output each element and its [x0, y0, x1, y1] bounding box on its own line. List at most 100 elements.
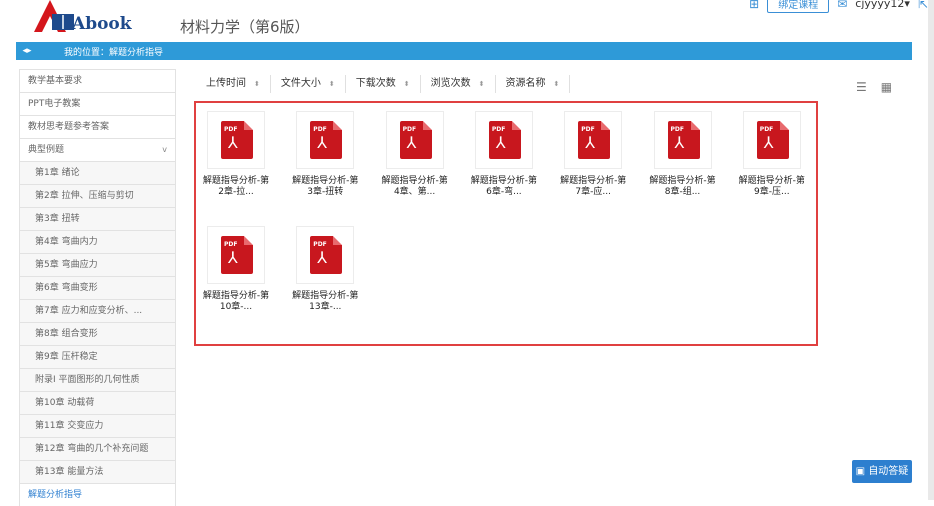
pdf-fold — [333, 236, 343, 245]
list-view-icon[interactable]: ☰ — [856, 80, 867, 94]
sidebar-subitem-ch10[interactable]: 第10章 动载荷 — [19, 391, 176, 414]
sort-resource-name[interactable]: 资源名称 ⬍ — [496, 75, 571, 93]
sort-label: 资源名称 — [505, 78, 546, 89]
sidebar-subitem-ch5[interactable]: 第5章 弯曲应力 — [19, 253, 176, 276]
logo-text: Abook — [72, 14, 132, 34]
file-thumbnail[interactable]: PDF ⅄ — [296, 226, 355, 284]
pdf-icon: PDF ⅄ — [399, 121, 432, 159]
file-item[interactable]: PDF ⅄ 解题指导分析-第 4章、第... — [375, 111, 455, 198]
sidebar-subitem-ch2[interactable]: 第2章 拉伸、压缩与剪切 — [19, 184, 176, 207]
sidebar-subitem-ch4[interactable]: 第4章 弯曲内力 — [19, 230, 176, 253]
sidebar-subitem-appendix1[interactable]: 附录Ⅰ 平面图形的几何性质 — [19, 368, 176, 391]
sidebar-item-label: 典型例题 — [28, 145, 65, 155]
acrobat-glyph-icon: ⅄ — [674, 133, 685, 152]
sidebar-subitem-ch11[interactable]: 第11章 交变应力 — [19, 414, 176, 437]
sidebar-subitem-ch1[interactable]: 第1章 绪论 — [19, 161, 176, 184]
sidebar-subitem-ch7[interactable]: 第7章 应力和应变分析、... — [19, 299, 176, 322]
file-name[interactable]: 解题指导分析-第 6章-弯... — [464, 176, 544, 198]
username-menu[interactable]: cjyyyy12▾ — [855, 0, 910, 10]
breadcrumb-bar: ◂▸ 我的位置：解题分析指导 — [16, 42, 912, 60]
sort-label: 文件大小 — [280, 78, 321, 89]
file-grid: PDF ⅄ 解题指导分析-第 2章-拉... PDF ⅄ 解题指导分析-第 3章-扭转 PDF ⅄… — [194, 101, 818, 346]
pdf-badge: PDF — [491, 126, 506, 133]
top-header: Abook 材料力学（第6版） ⊞ 绑定课程 ✉ cjyyyy12▾ ⇱ — [0, 0, 934, 40]
file-thumbnail[interactable]: PDF ⅄ — [474, 111, 533, 169]
acrobat-glyph-icon: ⅄ — [406, 133, 417, 152]
message-icon[interactable]: ✉ — [837, 0, 847, 11]
sort-file-size[interactable]: 文件大小 ⬍ — [271, 75, 346, 93]
sort-download-count[interactable]: 下载次数 ⬍ — [346, 75, 421, 93]
pdf-fold — [511, 121, 521, 130]
username[interactable]: cjyyyy12 — [855, 0, 904, 10]
pdf-fold — [244, 121, 253, 130]
file-name[interactable]: 解题指导分析-第 8章-组... — [643, 176, 723, 198]
acrobat-glyph-icon: ⅄ — [228, 133, 238, 152]
sidebar-subitem-ch3[interactable]: 第3章 扭转 — [19, 207, 176, 230]
sort-upload-time[interactable]: 上传时间 ⬍ — [196, 75, 271, 93]
file-item[interactable]: PDF ⅄ 解题指导分析-第 7章-应... — [553, 111, 633, 198]
pdf-icon: PDF ⅄ — [667, 121, 700, 159]
pdf-icon: PDF ⅄ — [221, 121, 253, 159]
top-right-controls: ⊞ 绑定课程 ✉ cjyyyy12▾ ⇱ — [749, 0, 928, 13]
bind-course-button[interactable]: 绑定课程 — [767, 0, 830, 13]
file-name-line1: 解题指导分析-第 — [381, 176, 448, 186]
file-name-line1: 解题指导分析-第 — [738, 176, 805, 186]
pdf-fold — [244, 236, 253, 245]
file-thumbnail[interactable]: PDF ⅄ — [385, 111, 444, 169]
file-item[interactable]: PDF ⅄ 解题指导分析-第 13章-... — [285, 226, 365, 313]
sort-view-count[interactable]: 浏览次数 ⬍ — [421, 75, 496, 93]
pdf-badge: PDF — [402, 126, 417, 133]
file-thumbnail[interactable]: PDF ⅄ — [207, 226, 265, 284]
pdf-fold — [333, 121, 343, 130]
file-thumbnail[interactable]: PDF ⅄ — [207, 111, 265, 169]
file-name[interactable]: 解题指导分析-第 9章-压... — [732, 176, 812, 198]
scrollbar[interactable] — [928, 0, 934, 500]
sidebar-item-examples[interactable]: 典型例题 v — [19, 138, 176, 161]
sidebar-item-teaching-requirements[interactable]: 教学基本要求 — [19, 69, 176, 92]
pdf-badge: PDF — [581, 126, 595, 133]
sort-arrow-icon: ⬍ — [553, 80, 560, 88]
sidebar-toggle-icon[interactable]: ◂▸ — [20, 44, 34, 58]
sidebar-subitem-ch12[interactable]: 第12章 弯曲的几个补充问题 — [19, 437, 176, 460]
sidebar-item-analysis-guide[interactable]: 解题分析指导 — [19, 483, 176, 506]
sidebar-item-answers[interactable]: 教材思考题参考答案 — [19, 115, 176, 138]
file-name-line2: 10章-... — [219, 302, 253, 312]
file-name-line2: 8章-组... — [664, 187, 701, 197]
file-name[interactable]: 解题指导分析-第 3章-扭转 — [285, 176, 365, 198]
auto-answer-button[interactable]: ▣ 自动答疑 — [852, 460, 912, 483]
file-item[interactable]: PDF ⅄ 解题指导分析-第 3章-扭转 — [285, 111, 365, 198]
file-name[interactable]: 解题指导分析-第 10章-... — [196, 291, 276, 313]
file-item[interactable]: PDF ⅄ 解题指导分析-第 9章-压... — [732, 111, 812, 198]
acrobat-glyph-icon: ⅄ — [585, 133, 595, 152]
sidebar-subitem-ch13[interactable]: 第13章 能量方法 — [19, 460, 176, 483]
file-thumbnail[interactable]: PDF ⅄ — [653, 111, 712, 169]
file-name-line1: 解题指导分析-第 — [470, 176, 538, 186]
cart-icon[interactable]: ⊞ — [749, 0, 759, 11]
pdf-fold — [601, 121, 611, 130]
acrobat-glyph-icon: ⅄ — [317, 133, 328, 152]
file-thumbnail[interactable]: PDF ⅄ — [296, 111, 355, 169]
file-name[interactable]: 解题指导分析-第 2章-拉... — [196, 176, 276, 198]
grid-view-icon[interactable]: ▦ — [881, 80, 892, 94]
file-item[interactable]: PDF ⅄ 解题指导分析-第 8章-组... — [643, 111, 723, 198]
file-name-line1: 解题指导分析-第 — [649, 176, 716, 186]
pdf-fold — [422, 121, 432, 130]
file-thumbnail[interactable]: PDF ⅄ — [564, 111, 623, 169]
pdf-icon: PDF ⅄ — [310, 236, 343, 274]
file-item[interactable]: PDF ⅄ 解题指导分析-第 10章-... — [196, 226, 276, 313]
logout-icon[interactable]: ⇱ — [918, 0, 928, 11]
file-name[interactable]: 解题指导分析-第 7章-应... — [553, 176, 633, 198]
file-name[interactable]: 解题指导分析-第 13章-... — [285, 291, 365, 313]
sidebar-subitem-ch9[interactable]: 第9章 压杆稳定 — [19, 345, 176, 368]
file-name[interactable]: 解题指导分析-第 4章、第... — [375, 176, 455, 198]
file-name-line2: 13章-... — [309, 302, 342, 312]
file-name-line2: 6章-弯... — [486, 187, 522, 197]
sidebar-subitem-ch8[interactable]: 第8章 组合变形 — [19, 322, 176, 345]
sidebar-item-ppt[interactable]: PPT电子教案 — [19, 92, 176, 115]
file-thumbnail[interactable]: PDF ⅄ — [742, 111, 801, 169]
sidebar-subitem-ch6[interactable]: 第6章 弯曲变形 — [19, 276, 176, 299]
file-item[interactable]: PDF ⅄ 解题指导分析-第 6章-弯... — [464, 111, 544, 198]
file-name-line2: 4章、第... — [393, 187, 436, 197]
file-item[interactable]: PDF ⅄ 解题指导分析-第 2章-拉... — [196, 111, 276, 198]
pdf-fold — [779, 121, 789, 130]
